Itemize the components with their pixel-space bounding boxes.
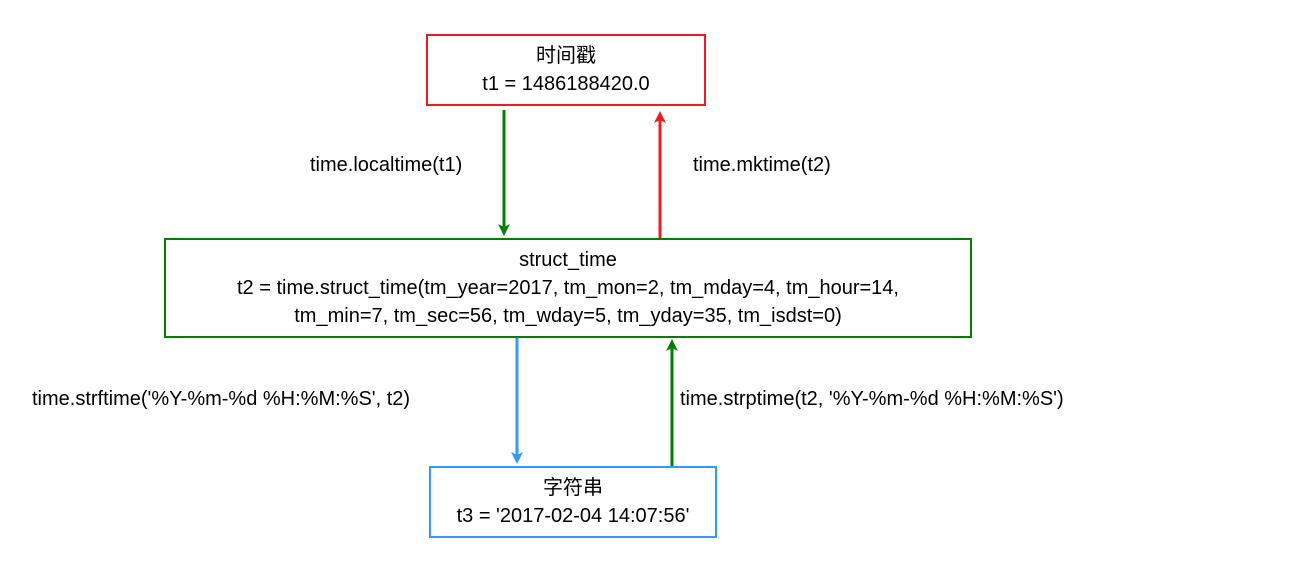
string-value: t3 = '2017-02-04 14:07:56'	[441, 502, 705, 530]
strftime-label: time.strftime('%Y-%m-%d %H:%M:%S', t2)	[32, 388, 410, 411]
struct-time-box: struct_time t2 = time.struct_time(tm_yea…	[164, 238, 972, 338]
string-title: 字符串	[441, 474, 705, 502]
timestamp-box: 时间戳 t1 = 1486188420.0	[426, 34, 706, 106]
localtime-label: time.localtime(t1)	[310, 154, 462, 177]
struct-time-value: t2 = time.struct_time(tm_year=2017, tm_m…	[176, 274, 960, 330]
strptime-label: time.strptime(t2, '%Y-%m-%d %H:%M:%S')	[680, 388, 1064, 411]
struct-time-title: struct_time	[176, 246, 960, 274]
mktime-label: time.mktime(t2)	[693, 154, 831, 177]
timestamp-title: 时间戳	[438, 42, 694, 70]
string-box: 字符串 t3 = '2017-02-04 14:07:56'	[429, 466, 717, 538]
timestamp-value: t1 = 1486188420.0	[438, 70, 694, 98]
